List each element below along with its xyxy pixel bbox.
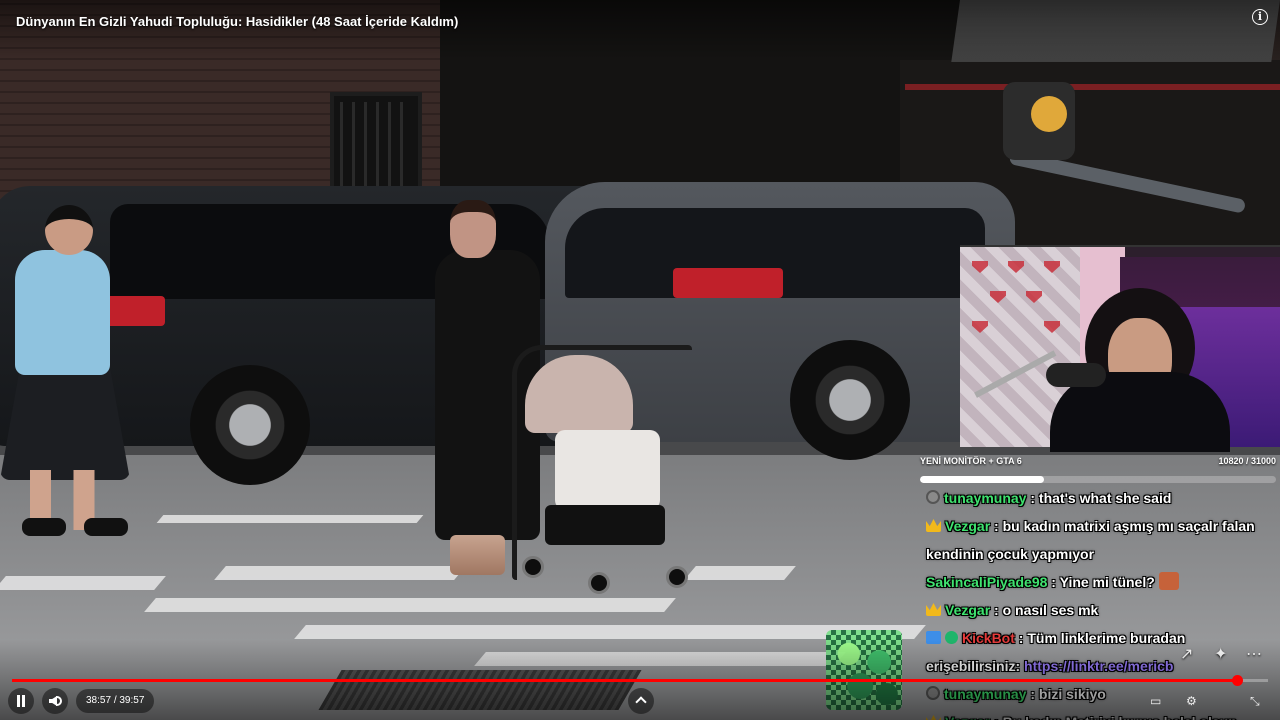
progress-scrubber[interactable]: [1231, 675, 1243, 686]
user-badge-icon: [926, 490, 940, 504]
woman-left-top: [15, 250, 110, 375]
pause-button[interactable]: [8, 688, 34, 714]
chat-username[interactable]: Vezgar: [945, 518, 990, 534]
car-wheel: [790, 340, 910, 460]
shoe: [84, 518, 128, 536]
fullscreen-icon[interactable]: ⤡: [1250, 694, 1260, 709]
chat-text: that's what she said: [1038, 490, 1172, 506]
chat-message: tunaymunay : that's what she said: [926, 484, 1271, 512]
settings-icon[interactable]: ⚙: [1186, 694, 1197, 708]
woman-left-skirt: [0, 370, 130, 480]
time-separator: /: [113, 695, 117, 706]
chat-separator: :: [1047, 574, 1060, 590]
time-total: 39:57: [119, 695, 145, 706]
chat-username[interactable]: Vezgar: [945, 602, 990, 618]
crosswalk-stripe: [156, 515, 424, 523]
chat-username[interactable]: tunaymunay: [944, 490, 1026, 506]
microphone: [1046, 363, 1106, 387]
goal-name: YENİ MONİTÖR + GTA 6: [920, 456, 1022, 466]
chat-text: Yine mi tünel?: [1059, 574, 1155, 590]
pause-icon: [17, 695, 25, 707]
time-display: 38:57 / 39:57: [76, 689, 155, 713]
chat-separator: :: [990, 518, 1003, 534]
stroller-wheel: [522, 556, 544, 578]
chat-separator: :: [1026, 490, 1039, 506]
time-current: 38:57: [86, 695, 112, 706]
chat-message: Vezgar : bu kadın matrixi aşmış mı saçal…: [926, 512, 1271, 568]
top-gradient: [0, 0, 1280, 60]
tail-light: [673, 268, 783, 298]
chat-separator: :: [990, 602, 1003, 618]
info-icon[interactable]: i: [1252, 9, 1268, 25]
woman-center-head: [450, 200, 496, 258]
volume-button[interactable]: [42, 688, 68, 714]
goal-progress-fill: [920, 476, 1045, 483]
stroller-basket: [545, 505, 665, 545]
stroller-wheel: [588, 572, 610, 594]
woman-left-head: [45, 205, 93, 255]
crosswalk-stripe: [684, 566, 796, 580]
speaker-wave-icon: [56, 696, 62, 706]
crosswalk-stripe: [144, 598, 676, 612]
car-wheel: [190, 365, 310, 485]
shop-stripe: [905, 84, 1280, 90]
stroller-wheel: [666, 566, 688, 588]
goal-count: 10820 / 31000: [1218, 456, 1276, 466]
video-title[interactable]: Dünyanın En Gizli Yahudi Topluluğu: Hasi…: [16, 14, 458, 29]
chat-text: o nasıl ses mk: [1002, 602, 1099, 618]
barred-window: [330, 92, 422, 200]
chat-username[interactable]: SakincaliPiyade98: [926, 574, 1047, 590]
crosswalk-stripe: [214, 566, 466, 580]
crosswalk-stripe: [0, 576, 166, 590]
chat-emote-icon: [1158, 572, 1179, 590]
traffic-signal: [1003, 82, 1075, 160]
vip-crown-icon: [926, 519, 941, 532]
stroller-seat: [555, 430, 660, 510]
woman-center-shoes: [450, 535, 505, 575]
expand-chevron-button[interactable]: [628, 688, 654, 714]
subtitles-icon[interactable]: ▭: [1150, 694, 1161, 708]
tail-light: [105, 296, 165, 326]
goal-progress-track: [920, 476, 1276, 483]
chat-message: SakincaliPiyade98 : Yine mi tünel?: [926, 568, 1271, 596]
vip-crown-icon: [926, 603, 941, 616]
shoe: [22, 518, 66, 536]
progress-played: [12, 679, 1237, 682]
chat-message: Vezgar : o nasıl ses mk: [926, 596, 1271, 624]
progress-bar[interactable]: [12, 679, 1268, 682]
